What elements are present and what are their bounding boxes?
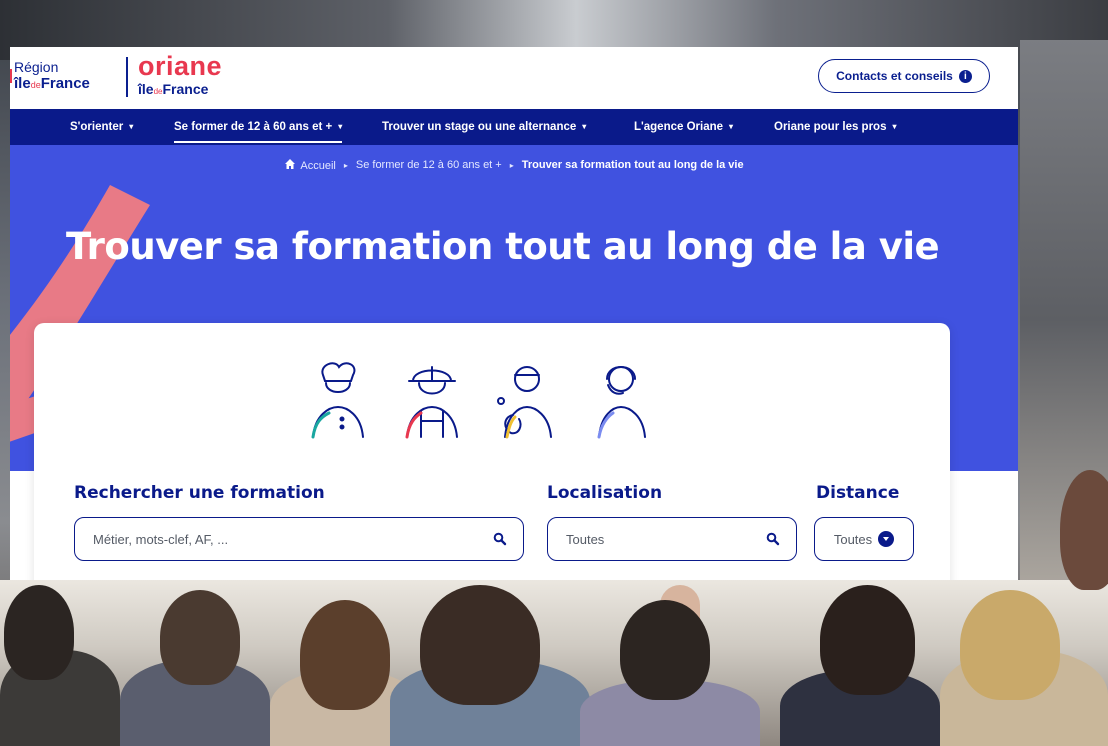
profession-avatars [311, 362, 646, 439]
contacts-button-label: Contacts et conseils [836, 69, 953, 83]
chevron-down-icon: ▾ [129, 122, 134, 131]
formation-search-label: Rechercher une formation [74, 483, 325, 503]
chevron-down-icon: ▾ [338, 122, 343, 131]
info-icon: i [958, 69, 972, 83]
contacts-button[interactable]: Contacts et conseils i [818, 59, 990, 93]
nav-item-label: S'orienter [70, 121, 124, 133]
formation-search-placeholder: Métier, mots-clef, AF, ... [93, 531, 229, 547]
distance-label: Distance [816, 483, 900, 503]
person-silhouette [1060, 470, 1108, 590]
nav-item-pros[interactable]: Oriane pour les pros ▾ [774, 109, 897, 145]
nav-item-label: L'agence Oriane [634, 121, 724, 133]
region-logo-line2: îledeFrance [14, 75, 90, 92]
formation-search-input[interactable]: Métier, mots-clef, AF, ... [74, 517, 524, 561]
chevron-down-icon [878, 531, 895, 547]
nav-item-orienter[interactable]: S'orienter ▾ [70, 109, 133, 145]
oriane-logo[interactable]: oriane îledeFrance [138, 51, 248, 101]
page-title: Trouver sa formation tout au long de la … [66, 225, 940, 268]
person-silhouette [300, 600, 390, 710]
worker-avatar-icon [405, 366, 458, 439]
chef-avatar-icon [311, 362, 364, 439]
search-icon[interactable] [493, 532, 507, 546]
site-header: Région îledeFrance oriane îledeFrance Co… [10, 47, 1018, 109]
operator-avatar-icon [597, 366, 646, 439]
chevron-down-icon: ▾ [892, 122, 897, 131]
home-icon [285, 159, 296, 169]
distance-value: Toutes [833, 531, 873, 547]
region-logo[interactable]: Région îledeFrance [10, 59, 118, 99]
breadcrumb-current: Trouver sa formation tout au long de la … [521, 159, 744, 171]
nav-item-stage[interactable]: Trouver un stage ou une alternance ▾ [382, 109, 586, 145]
oriane-logo-wordmark: oriane [138, 51, 223, 81]
doctor-avatar-icon [497, 366, 552, 439]
person-silhouette [820, 585, 915, 695]
breadcrumb-separator-icon: ▸ [509, 160, 514, 170]
location-value: Toutes [566, 531, 605, 547]
distance-select[interactable]: Toutes [814, 517, 914, 561]
breadcrumb-home[interactable]: Accueil [284, 158, 336, 172]
breadcrumb-separator-icon: ▸ [343, 160, 348, 170]
breadcrumb-level2[interactable]: Se former de 12 à 60 ans et + [356, 159, 502, 171]
chevron-down-icon: ▾ [729, 122, 734, 131]
breadcrumb-home-label: Accueil [300, 160, 336, 172]
person-silhouette [4, 585, 74, 680]
main-nav: S'orienter ▾ Se former de 12 à 60 ans et … [10, 109, 1018, 145]
nav-item-label: Se former de 12 à 60 ans et + [174, 121, 333, 133]
nav-item-label: Oriane pour les pros [774, 121, 887, 133]
location-input[interactable]: Toutes [547, 517, 797, 561]
chevron-down-icon: ▾ [582, 122, 587, 131]
website-screenshot: Région îledeFrance oriane îledeFrance Co… [10, 47, 1018, 580]
region-logo-line1: Région [14, 59, 59, 75]
nav-item-se-former[interactable]: Se former de 12 à 60 ans et + ▾ [174, 109, 343, 145]
search-icon[interactable] [766, 532, 780, 546]
location-label: Localisation [547, 483, 663, 503]
search-card: Rechercher une formation Localisation Di… [34, 323, 950, 580]
person-silhouette [960, 590, 1060, 700]
oriane-logo-subline: îledeFrance [138, 81, 209, 97]
logo-divider [126, 57, 128, 97]
person-silhouette [420, 585, 540, 705]
region-logo-mark [10, 69, 12, 83]
person-silhouette [160, 590, 240, 685]
breadcrumb: Accueil ▸ Se former de 12 à 60 ans et + … [10, 145, 1018, 185]
person-silhouette [620, 600, 710, 700]
nav-item-agence[interactable]: L'agence Oriane ▾ [634, 109, 733, 145]
nav-item-label: Trouver un stage ou une alternance [382, 121, 577, 133]
